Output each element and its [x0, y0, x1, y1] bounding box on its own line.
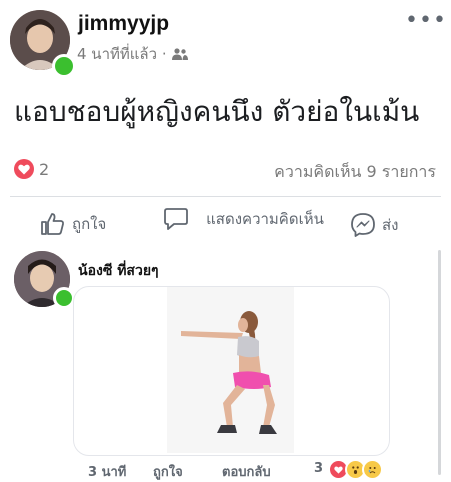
online-status-indicator	[52, 54, 76, 78]
scrollbar[interactable]	[438, 250, 441, 475]
comment-reaction-count[interactable]: 3	[314, 461, 323, 476]
comment-button-label: แสดงความคิดเห็น	[206, 210, 324, 228]
thumbs-up-icon	[41, 213, 64, 235]
like-button[interactable]: ถูกใจ	[40, 212, 106, 236]
comment-count-link[interactable]: ความคิดเห็น 9 รายการ	[274, 160, 436, 185]
post-author-name[interactable]: jimmyyjp	[78, 12, 169, 36]
send-button-label: ส่ง	[382, 216, 399, 234]
send-button[interactable]: ส่ง	[350, 212, 398, 238]
like-button-label: ถูกใจ	[72, 215, 107, 233]
comment-image[interactable]	[167, 287, 294, 453]
commenter-name[interactable]: น้องซี ที่สวยๆ	[78, 260, 159, 282]
comment-reply-button[interactable]: ตอบกลับ	[222, 461, 271, 482]
friends-icon	[171, 48, 188, 60]
comment-reactions[interactable]	[328, 459, 383, 480]
messenger-icon	[351, 213, 375, 237]
post-body-text: แอบชอบผู้หญิงคนนึง ตัวย่อในเม้น	[14, 95, 420, 128]
comment-photo-figure	[167, 287, 294, 453]
online-status-indicator	[53, 287, 75, 309]
more-dots-icon[interactable]: •••	[405, 10, 447, 32]
sad-emoji-icon	[362, 459, 383, 480]
post-meta: 4 นาทีที่แล้ว ·	[77, 42, 188, 66]
divider	[10, 196, 441, 197]
comment-timestamp[interactable]: 3 นาที	[88, 461, 126, 482]
heart-icon[interactable]	[14, 159, 34, 179]
comment-button[interactable]: แสดงความคิดเห็น	[163, 206, 335, 232]
speech-bubble-icon	[164, 208, 188, 230]
post-timestamp[interactable]: 4 นาทีที่แล้ว ·	[77, 42, 167, 66]
comment-like-button[interactable]: ถูกใจ	[153, 461, 183, 482]
reaction-count[interactable]: 2	[39, 160, 49, 179]
